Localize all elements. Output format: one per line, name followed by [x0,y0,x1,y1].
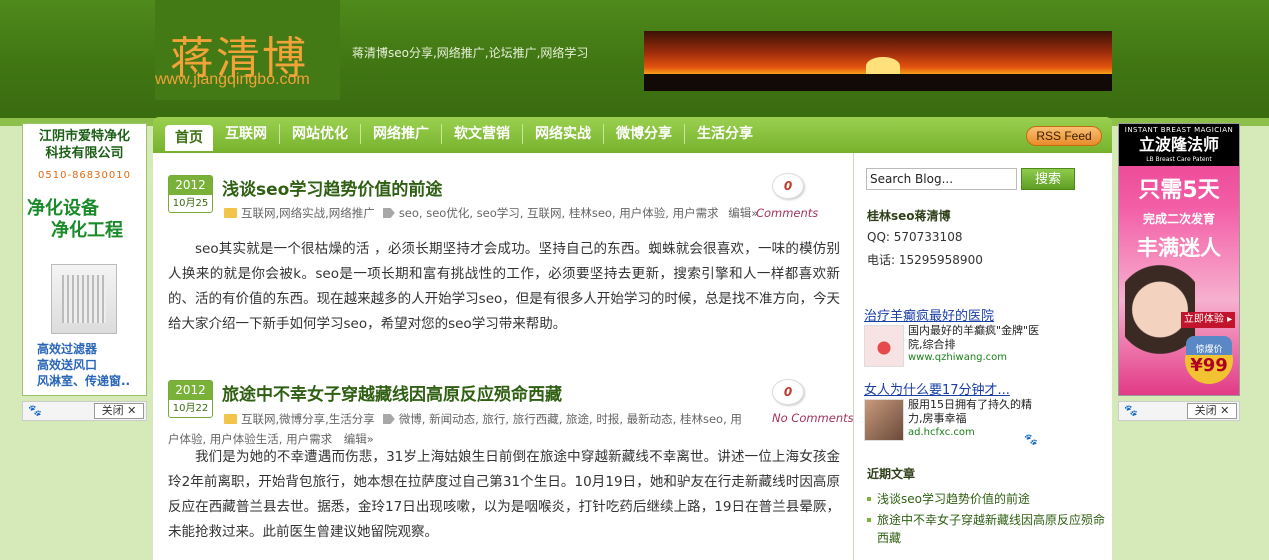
ad-headline-2: 完成二次发育 [1142,212,1215,226]
left-float-ad[interactable]: 江阴市爱特净化 科技有限公司 0510-86830010 净化设备 净化工程 高… [22,123,147,396]
tag-icon [382,414,395,424]
ad-line: 高效送风口 [37,358,98,372]
post-monthday: 10月25 [172,198,209,209]
post-excerpt: 我们是为她的不幸遭遇而伤悲，31岁上海姑娘生日前倒在旅途中穿越新藏线不幸离世。讲… [168,449,840,540]
ad-line: 风淋室、传递窗.. [37,374,131,388]
ad-headline-3: 丰满迷人 [1137,236,1221,260]
rss-feed-button[interactable]: RSS Feed [1026,126,1102,146]
ad-brand-sub: LB Breast Care Patent [1146,156,1212,163]
ad-brand-header: INSTANT BREAST MAGICIAN 立波隆法师 LB Breast … [1119,124,1239,166]
edit-link[interactable]: 编辑» [344,432,374,446]
ad-product-image [51,264,117,334]
ad-heart-image[interactable] [864,325,904,367]
sun-shape [866,57,900,75]
comments-link[interactable]: No Comments [772,411,854,425]
ad-price-badge: 惊爆价 ¥99 [1185,336,1233,384]
post-excerpt: seo其实就是一个很枯燥的活 ，必须长期坚持才会成功。坚持自己的东西。蜘蛛就会很… [168,241,840,332]
close-button[interactable]: 关闭 ✕ [1187,403,1237,419]
site-logo-url[interactable]: www.jiangqingbo.com [155,71,310,89]
ad-couple-image[interactable] [864,399,904,441]
post-title[interactable]: 旅途中不幸女子穿越藏线因高原反应殒命西藏 [222,380,562,405]
comment-count-bubble[interactable]: 0 [772,173,804,199]
nav-item-life[interactable]: 生活分享 [685,124,765,144]
post-year: 2012 [169,381,212,400]
site-header: 蒋清博 www.jiangqingbo.com 蒋清博seo分享,网络推广,论坛… [0,0,1269,118]
ad-url[interactable]: www.qzhiwang.com [908,352,1007,363]
paw-icon[interactable]: 🐾 [1024,433,1038,446]
folder-icon [224,208,237,218]
comment-count-bubble[interactable]: 0 [772,379,804,405]
post-meta: 互联网,网络实战,网络推广 seo, seo优化, seo学习, 互联网, 桂林s… [224,205,818,221]
nav-item-softtext[interactable]: 软文营销 [442,124,523,144]
post-date: 2012 10月22 [168,380,213,418]
sidebar: 搜索 桂林seo蒋清博 QQ: 570733108 电话: 1529595890… [853,153,1112,560]
nav-item-promotion[interactable]: 网络推广 [361,124,442,144]
close-button[interactable]: 关闭 ✕ [94,403,144,419]
ad-brand-en: INSTANT BREAST MAGICIAN [1124,126,1234,134]
ad-text[interactable]: 服用15日拥有了持久的精力,房事幸福 [908,398,1042,426]
ad-price-label: 惊爆价 [1186,336,1232,355]
post-tags[interactable]: 微博, 新闻动态, 旅行, 旅行西藏, 旅途, 时报, 最新动态, 桂林seo,… [399,412,742,426]
post-year: 2012 [169,176,212,195]
search-button[interactable]: 搜索 [1021,168,1075,190]
post-categories[interactable]: 互联网,网络实战,网络推广 [241,206,375,220]
left-ad-closebar: 🐾 关闭 ✕ [22,401,147,421]
main-nav: 首页 互联网 网站优化 网络推广 软文营销 网络实战 微博分享 生活分享 RSS… [153,117,1112,153]
site-tagline: 蒋清博seo分享,网络推广,论坛推广,网络学习 [352,46,589,60]
recent-post-item[interactable]: 浅谈seo学习趋势价值的前途 [867,490,1107,508]
post-categories[interactable]: 互联网,微博分享,生活分享 [241,412,375,426]
ad-link[interactable]: 女人为什么要17分钟才... [864,379,1010,398]
nav-item-practice[interactable]: 网络实战 [523,124,604,144]
ad-link[interactable]: 治疗羊癫疯最好的医院 [864,305,994,324]
ad-company-line2: 科技有限公司 [45,146,124,161]
tag-icon [382,208,395,218]
post-tags-continued[interactable]: 户体验, 用户体验生活, 用户需求 [168,432,332,446]
nav-item-internet[interactable]: 互联网 [213,124,280,144]
ad-cta-button[interactable]: 立即体验 ▸ [1181,312,1235,328]
post-tags[interactable]: seo, seo优化, seo学习, 互联网, 桂林seo, 用户体验, 用户需… [399,206,719,220]
ad-url[interactable]: ad.hcfxc.com [908,427,975,438]
ad-headline-1: 只需5天 [1138,178,1220,203]
ad-company-name: 江阴市爱特净化 科技有限公司 [23,128,146,162]
nav-item-weibo[interactable]: 微博分享 [604,124,685,144]
ad-company-line1: 江阴市爱特净化 [38,129,130,144]
ad-text[interactable]: 国内最好的羊癫疯"金牌"医院,综合排 [908,324,1042,352]
ad-headline-2: 净化工程 [51,220,123,241]
post-title[interactable]: 浅谈seo学习趋势价值的前途 [222,175,442,200]
paw-icon[interactable]: 🐾 [1124,404,1138,417]
owner-qq: QQ: 570733108 [867,230,963,244]
search-input[interactable] [866,168,1017,190]
post-meta: 互联网,微博分享,生活分享 微博, 新闻动态, 旅行, 旅行西藏, 旅途, 时报,… [224,411,854,427]
main-content: 2012 10月25 浅谈seo学习趋势价值的前途 0 互联网,网络实战,网络推… [153,153,854,560]
right-ad-closebar: 🐾 关闭 ✕ [1118,401,1240,421]
ad-phone: 0510-86830010 [38,170,131,181]
paw-icon[interactable]: 🐾 [28,404,42,417]
post-date: 2012 10月25 [168,175,213,213]
folder-icon [224,414,237,424]
ad-product-lines: 高效过滤器 高效送风口 风淋室、传递窗.. [37,341,130,389]
recent-posts-list: 浅谈seo学习趋势价值的前途 旅途中不幸女子穿越新藏线因高原反应殒命西藏 [867,490,1107,550]
edit-link[interactable]: 编辑» [728,206,758,220]
recent-posts-title: 近期文章 [867,467,916,481]
ad-line: 高效过滤器 [37,342,98,356]
right-float-ad[interactable]: INSTANT BREAST MAGICIAN 立波隆法师 LB Breast … [1118,123,1240,396]
comments-link[interactable]: Comments [756,206,818,220]
ad-brand-name: 立波隆法师 [1138,135,1219,154]
ad-price-value: ¥99 [1190,355,1228,376]
sidebar-ad-box: 治疗羊癫疯最好的医院 国内最好的羊癫疯"金牌"医院,综合排 www.qzhiwa… [864,299,1042,450]
post-monthday: 10月22 [172,403,209,414]
nav-item-home[interactable]: 首页 [165,125,213,151]
recent-post-item[interactable]: 旅途中不幸女子穿越新藏线因高原反应殒命西藏 [867,511,1107,547]
nav-item-seo[interactable]: 网站优化 [280,124,361,144]
header-sunset-image [644,31,1112,91]
owner-phone: 电话: 15295958900 [867,253,983,267]
owner-title: 桂林seo蒋清博 [867,209,951,223]
horizon-shape [644,74,1112,91]
